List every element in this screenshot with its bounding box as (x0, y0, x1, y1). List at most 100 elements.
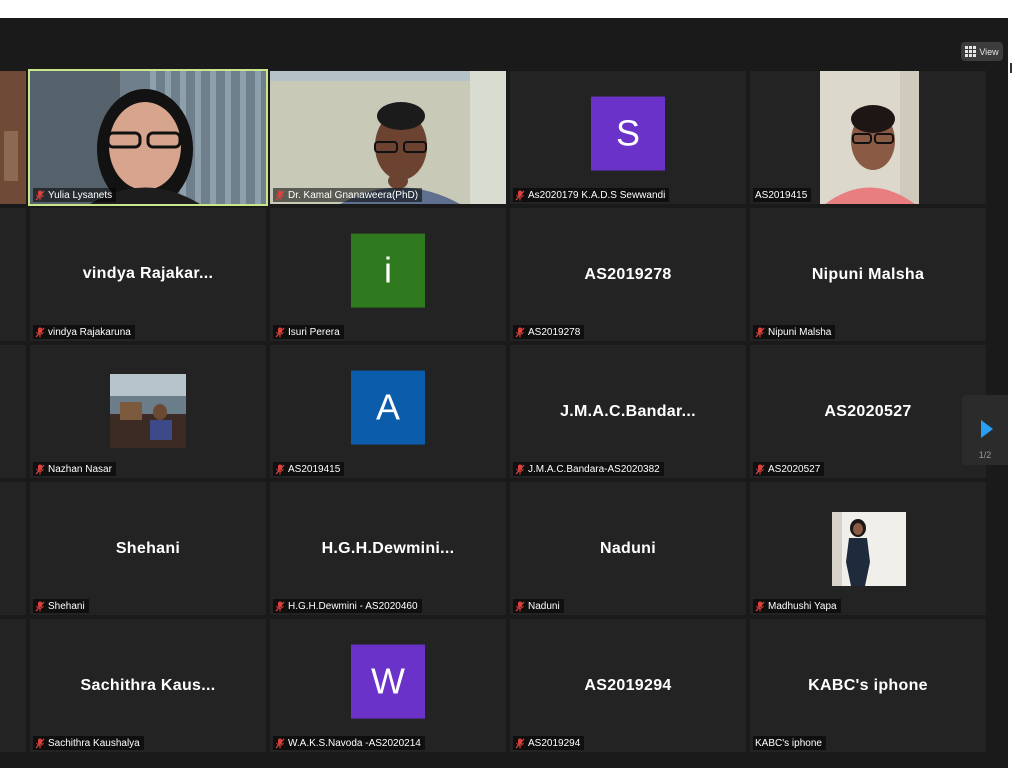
mic-muted-icon (35, 738, 45, 748)
participant-display-name: AS2019294 (584, 676, 672, 694)
participant-video (270, 71, 506, 204)
partial-video-tile[interactable] (0, 71, 26, 204)
chevron-right-icon (981, 420, 993, 438)
participant-tile[interactable]: AS2020527 AS2020527 (750, 345, 986, 478)
participant-avatar: S (591, 96, 665, 171)
participant-display-name: AS2019278 (584, 265, 672, 283)
participant-tile[interactable]: Shehani Shehani (30, 482, 266, 615)
participant-name-label: W.A.K.S.Navoda -AS2020214 (273, 736, 425, 750)
participant-display-name: Sachithra Kaus... (80, 676, 216, 694)
participant-name-label: Sachithra Kaushalya (33, 736, 144, 750)
participant-tile[interactable]: Naduni Naduni (510, 482, 746, 615)
participant-tile[interactable]: KABC's iphone KABC's iphone (750, 619, 986, 752)
mic-muted-icon (35, 327, 45, 337)
participant-name-label: AS2019415 (273, 462, 345, 476)
mic-muted-icon (275, 464, 285, 474)
participant-name: Naduni (528, 600, 560, 612)
participant-avatar: i (351, 233, 425, 308)
participant-tile[interactable]: Yulia Lysanets (28, 69, 268, 206)
panel-edge-mark (1010, 63, 1012, 73)
participant-name: Yulia Lysanets (48, 189, 113, 201)
participant-tile[interactable]: Sachithra Kaus... Sachithra Kaushalya (30, 619, 266, 752)
participant-name-label: AS2019415 (753, 188, 812, 202)
participant-display-name: H.G.H.Dewmini... (321, 539, 455, 557)
side-panel-edge (1008, 18, 1024, 768)
participant-name: AS2019415 (288, 463, 341, 475)
mic-muted-icon (35, 601, 45, 611)
participant-name: W.A.K.S.Navoda -AS2020214 (288, 737, 421, 749)
participant-tile[interactable]: AS2019278 AS2019278 (510, 208, 746, 341)
mic-muted-icon (35, 190, 45, 200)
participant-name: Madhushi Yapa (768, 600, 837, 612)
participant-name-label: H.G.H.Dewmini - AS2020460 (273, 599, 422, 613)
participant-name: AS2019294 (528, 737, 581, 749)
participant-display-name: Nipuni Malsha (811, 265, 925, 283)
participant-display-name: KABC's iphone (808, 676, 928, 694)
participant-avatar: A (351, 370, 425, 445)
participant-tile[interactable]: Dr. Kamal Gnanaweera(PhD) (270, 71, 506, 204)
mic-muted-icon (275, 738, 285, 748)
participant-name: AS2020527 (768, 463, 821, 475)
participant-name-label: AS2019278 (513, 325, 585, 339)
meeting-window: View Yulia Lysanets Dr. Kamal Gnanaweera… (0, 18, 1008, 768)
participant-name: Isuri Perera (288, 326, 340, 338)
participant-display-name: Naduni (599, 539, 657, 557)
mic-muted-icon (515, 464, 525, 474)
partial-tile[interactable] (0, 208, 26, 341)
participant-tile[interactable]: Nazhan Nasar (30, 345, 266, 478)
participant-name-label: Isuri Perera (273, 325, 344, 339)
participant-tile[interactable]: i Isuri Perera (270, 208, 506, 341)
participant-name-label: Nazhan Nasar (33, 462, 116, 476)
mic-muted-icon (755, 327, 765, 337)
mic-muted-icon (35, 464, 45, 474)
mic-muted-icon (275, 327, 285, 337)
grid-view-icon (965, 46, 977, 57)
participant-name: Sachithra Kaushalya (48, 737, 140, 749)
partial-tile[interactable] (0, 482, 26, 615)
participant-name: J.M.A.C.Bandara-AS2020382 (528, 463, 660, 475)
mic-muted-icon (515, 327, 525, 337)
mic-muted-icon (515, 601, 525, 611)
participant-name-label: AS2019294 (513, 736, 585, 750)
participant-name: As2020179 K.A.D.S Sewwandi (528, 189, 666, 201)
participant-name: AS2019278 (528, 326, 581, 338)
participant-tile[interactable]: AS2019294 AS2019294 (510, 619, 746, 752)
participant-tile[interactable]: vindya Rajakar... vindya Rajakaruna (30, 208, 266, 341)
participant-name-label: Dr. Kamal Gnanaweera(PhD) (273, 188, 423, 202)
partial-tile[interactable] (0, 345, 26, 478)
participant-name: Shehani (48, 600, 85, 612)
participant-name-label: KABC's iphone (753, 736, 826, 750)
next-page-button[interactable]: 1/2 (962, 395, 1008, 465)
participant-name: H.G.H.Dewmini - AS2020460 (288, 600, 418, 612)
participant-profile-photo (832, 512, 906, 586)
participant-display-name: J.M.A.C.Bandar... (560, 402, 696, 420)
participant-tile[interactable]: S As2020179 K.A.D.S Sewwandi (510, 71, 746, 204)
participant-name: Dr. Kamal Gnanaweera(PhD) (288, 189, 419, 201)
participant-display-name: Shehani (115, 539, 181, 557)
participant-name: KABC's iphone (755, 737, 822, 749)
view-button[interactable]: View (961, 42, 1003, 61)
participant-name-label: Naduni (513, 599, 564, 613)
participant-display-name: AS2020527 (824, 402, 912, 420)
participant-tile[interactable]: J.M.A.C.Bandar... J.M.A.C.Bandara-AS2020… (510, 345, 746, 478)
participant-tile[interactable]: AS2019415 (750, 71, 986, 204)
participant-tile[interactable]: H.G.H.Dewmini... H.G.H.Dewmini - AS20204… (270, 482, 506, 615)
mic-muted-icon (515, 738, 525, 748)
participant-name-label: Madhushi Yapa (753, 599, 841, 613)
participant-tile[interactable]: W W.A.K.S.Navoda -AS2020214 (270, 619, 506, 752)
participant-video (820, 71, 919, 204)
participant-tile[interactable]: Nipuni Malsha Nipuni Malsha (750, 208, 986, 341)
participant-name-label: Shehani (33, 599, 89, 613)
participant-tile[interactable]: A AS2019415 (270, 345, 506, 478)
participant-display-name: vindya Rajakar... (82, 264, 214, 282)
participant-name-label: Yulia Lysanets (33, 188, 117, 202)
participant-avatar: W (351, 644, 425, 719)
participant-profile-photo (110, 374, 186, 448)
partial-tile[interactable] (0, 619, 26, 752)
participant-name: Nazhan Nasar (48, 463, 112, 475)
mic-muted-icon (275, 190, 285, 200)
participant-name-label: J.M.A.C.Bandara-AS2020382 (513, 462, 664, 476)
participant-video (30, 71, 266, 204)
mic-muted-icon (755, 464, 765, 474)
participant-tile[interactable]: Madhushi Yapa (750, 482, 986, 615)
